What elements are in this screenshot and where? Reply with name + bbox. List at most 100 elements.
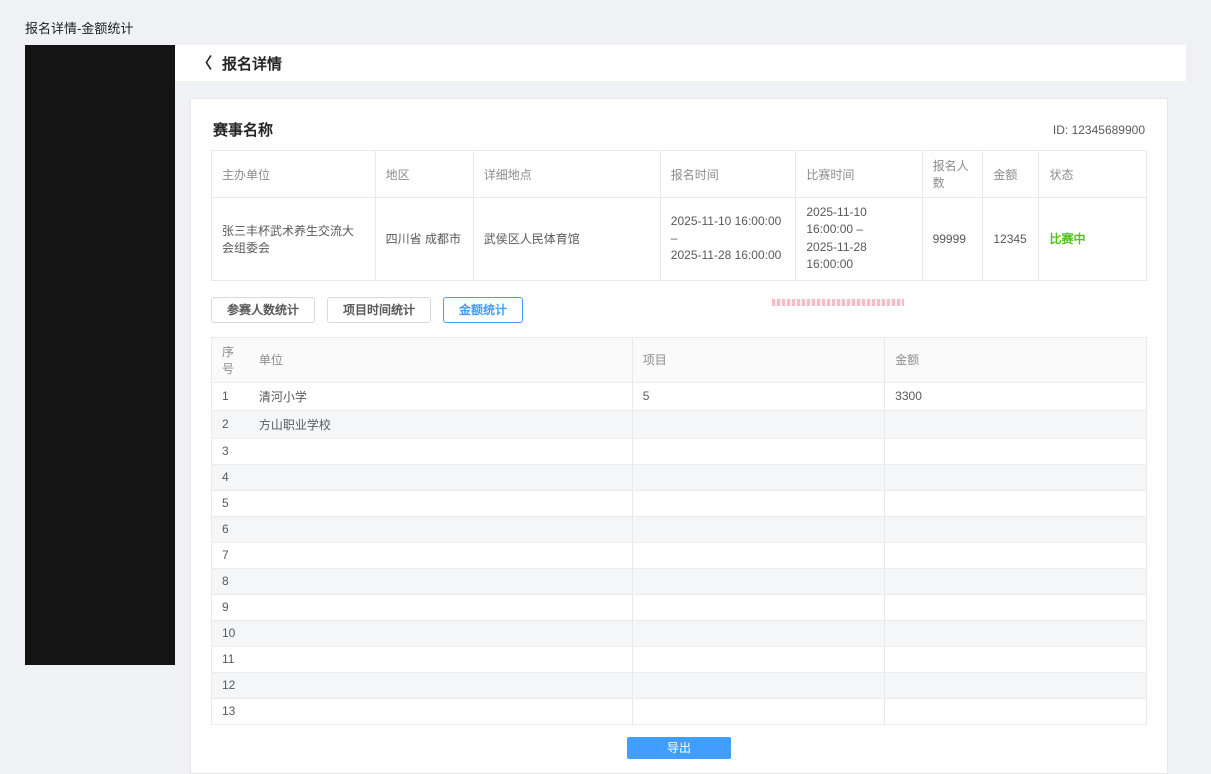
- export-row: 导出: [211, 737, 1147, 759]
- table-row: 7: [212, 542, 1147, 568]
- unit-cell: [249, 646, 632, 672]
- unit-cell: [249, 516, 632, 542]
- index-cell: 9: [212, 594, 249, 620]
- tab-participant-stats[interactable]: 参赛人数统计: [211, 297, 315, 323]
- header-title: 报名详情: [222, 53, 282, 74]
- col-status: 状态: [1039, 151, 1147, 198]
- match-time-cell: 2025-11-10 16:00:00 – 2025-11-28 16:00:0…: [796, 198, 922, 281]
- amount-cell: [885, 620, 1147, 646]
- sidebar: [25, 45, 175, 665]
- tab-project-time-stats[interactable]: 项目时间统计: [327, 297, 431, 323]
- col-index: 序号: [212, 337, 249, 382]
- detail-card: 赛事名称 ID: 12345689900 主办单位 地区 详细地点 报名时间 比…: [190, 98, 1168, 774]
- col-address: 详细地点: [473, 151, 660, 198]
- amount-cell: 12345: [983, 198, 1039, 281]
- project-cell: [632, 516, 884, 542]
- unit-cell: [249, 620, 632, 646]
- project-cell: [632, 464, 884, 490]
- table-row: 1 清河小学 5 3300: [212, 382, 1147, 410]
- index-cell: 5: [212, 490, 249, 516]
- page-title: 报名详情-金额统计: [25, 18, 133, 37]
- amount-cell: [885, 542, 1147, 568]
- event-row: 张三丰杯武术养生交流大会组委会 四川省 成都市 武侯区人民体育馆 2025-11…: [212, 198, 1147, 281]
- amount-cell: [885, 672, 1147, 698]
- unit-cell: [249, 672, 632, 698]
- unit-cell: [249, 698, 632, 724]
- col-organizer: 主办单位: [212, 151, 376, 198]
- amount-cell: [885, 698, 1147, 724]
- back-icon[interactable]: 〈: [197, 56, 212, 71]
- table-row: 4: [212, 464, 1147, 490]
- amount-cell: [885, 438, 1147, 464]
- unit-cell: [249, 464, 632, 490]
- event-section-header: 赛事名称 ID: 12345689900: [211, 115, 1147, 150]
- project-cell: [632, 438, 884, 464]
- amount-cell: [885, 464, 1147, 490]
- index-cell: 6: [212, 516, 249, 542]
- table-row: 11: [212, 646, 1147, 672]
- amount-cell: [885, 646, 1147, 672]
- project-cell: [632, 672, 884, 698]
- col-signup-count: 报名人数: [922, 151, 983, 198]
- table-row: 13: [212, 698, 1147, 724]
- amount-cell: [885, 594, 1147, 620]
- export-button[interactable]: 导出: [627, 737, 731, 759]
- amount-cell: 3300: [885, 382, 1147, 410]
- table-row: 2 方山职业学校: [212, 410, 1147, 438]
- table-row: 3: [212, 438, 1147, 464]
- unit-cell: [249, 438, 632, 464]
- unit-cell: 方山职业学校: [249, 410, 632, 438]
- unit-cell: 清河小学: [249, 382, 632, 410]
- amount-cell: [885, 490, 1147, 516]
- project-cell: [632, 646, 884, 672]
- col-region: 地区: [375, 151, 473, 198]
- organizer-cell: 张三丰杯武术养生交流大会组委会: [212, 198, 376, 281]
- event-header-row: 主办单位 地区 详细地点 报名时间 比赛时间 报名人数 金额 状态: [212, 151, 1147, 198]
- table-row: 9: [212, 594, 1147, 620]
- event-id: ID: 12345689900: [1053, 123, 1145, 137]
- col-project: 项目: [632, 337, 884, 382]
- project-cell: 5: [632, 382, 884, 410]
- signup-time-cell: 2025-11-10 16:00:00 – 2025-11-28 16:00:0…: [660, 198, 796, 281]
- amount-cell: [885, 568, 1147, 594]
- tab-amount-stats[interactable]: 金额统计: [443, 297, 523, 323]
- project-cell: [632, 490, 884, 516]
- table-row: 8: [212, 568, 1147, 594]
- index-cell: 13: [212, 698, 249, 724]
- index-cell: 3: [212, 438, 249, 464]
- index-cell: 1: [212, 382, 249, 410]
- project-cell: [632, 568, 884, 594]
- index-cell: 8: [212, 568, 249, 594]
- amount-cell: [885, 410, 1147, 438]
- col-signup-time: 报名时间: [660, 151, 796, 198]
- index-cell: 4: [212, 464, 249, 490]
- stats-header-row: 序号 单位 项目 金额: [212, 337, 1147, 382]
- table-row: 6: [212, 516, 1147, 542]
- unit-cell: [249, 542, 632, 568]
- index-cell: 10: [212, 620, 249, 646]
- project-cell: [632, 410, 884, 438]
- col-match-time: 比赛时间: [796, 151, 922, 198]
- unit-cell: [249, 594, 632, 620]
- index-cell: 12: [212, 672, 249, 698]
- table-row: 5: [212, 490, 1147, 516]
- region-cell: 四川省 成都市: [375, 198, 473, 281]
- project-cell: [632, 542, 884, 568]
- col-amount: 金额: [885, 337, 1147, 382]
- amount-cell: [885, 516, 1147, 542]
- main-area: 〈 报名详情 赛事名称 ID: 12345689900 主办单位 地区 详细地点…: [175, 45, 1186, 774]
- index-cell: 2: [212, 410, 249, 438]
- address-cell: 武侯区人民体育馆: [473, 198, 660, 281]
- table-row: 12: [212, 672, 1147, 698]
- index-cell: 11: [212, 646, 249, 672]
- col-amount: 金额: [983, 151, 1039, 198]
- unit-cell: [249, 568, 632, 594]
- project-cell: [632, 698, 884, 724]
- section-title: 赛事名称: [213, 119, 273, 140]
- project-cell: [632, 620, 884, 646]
- col-unit: 单位: [249, 337, 632, 382]
- event-table: 主办单位 地区 详细地点 报名时间 比赛时间 报名人数 金额 状态 张三丰杯武术…: [211, 150, 1147, 281]
- stats-tabs: 参赛人数统计 项目时间统计 金额统计: [211, 297, 1147, 323]
- table-row: 10: [212, 620, 1147, 646]
- signup-count-cell: 99999: [922, 198, 983, 281]
